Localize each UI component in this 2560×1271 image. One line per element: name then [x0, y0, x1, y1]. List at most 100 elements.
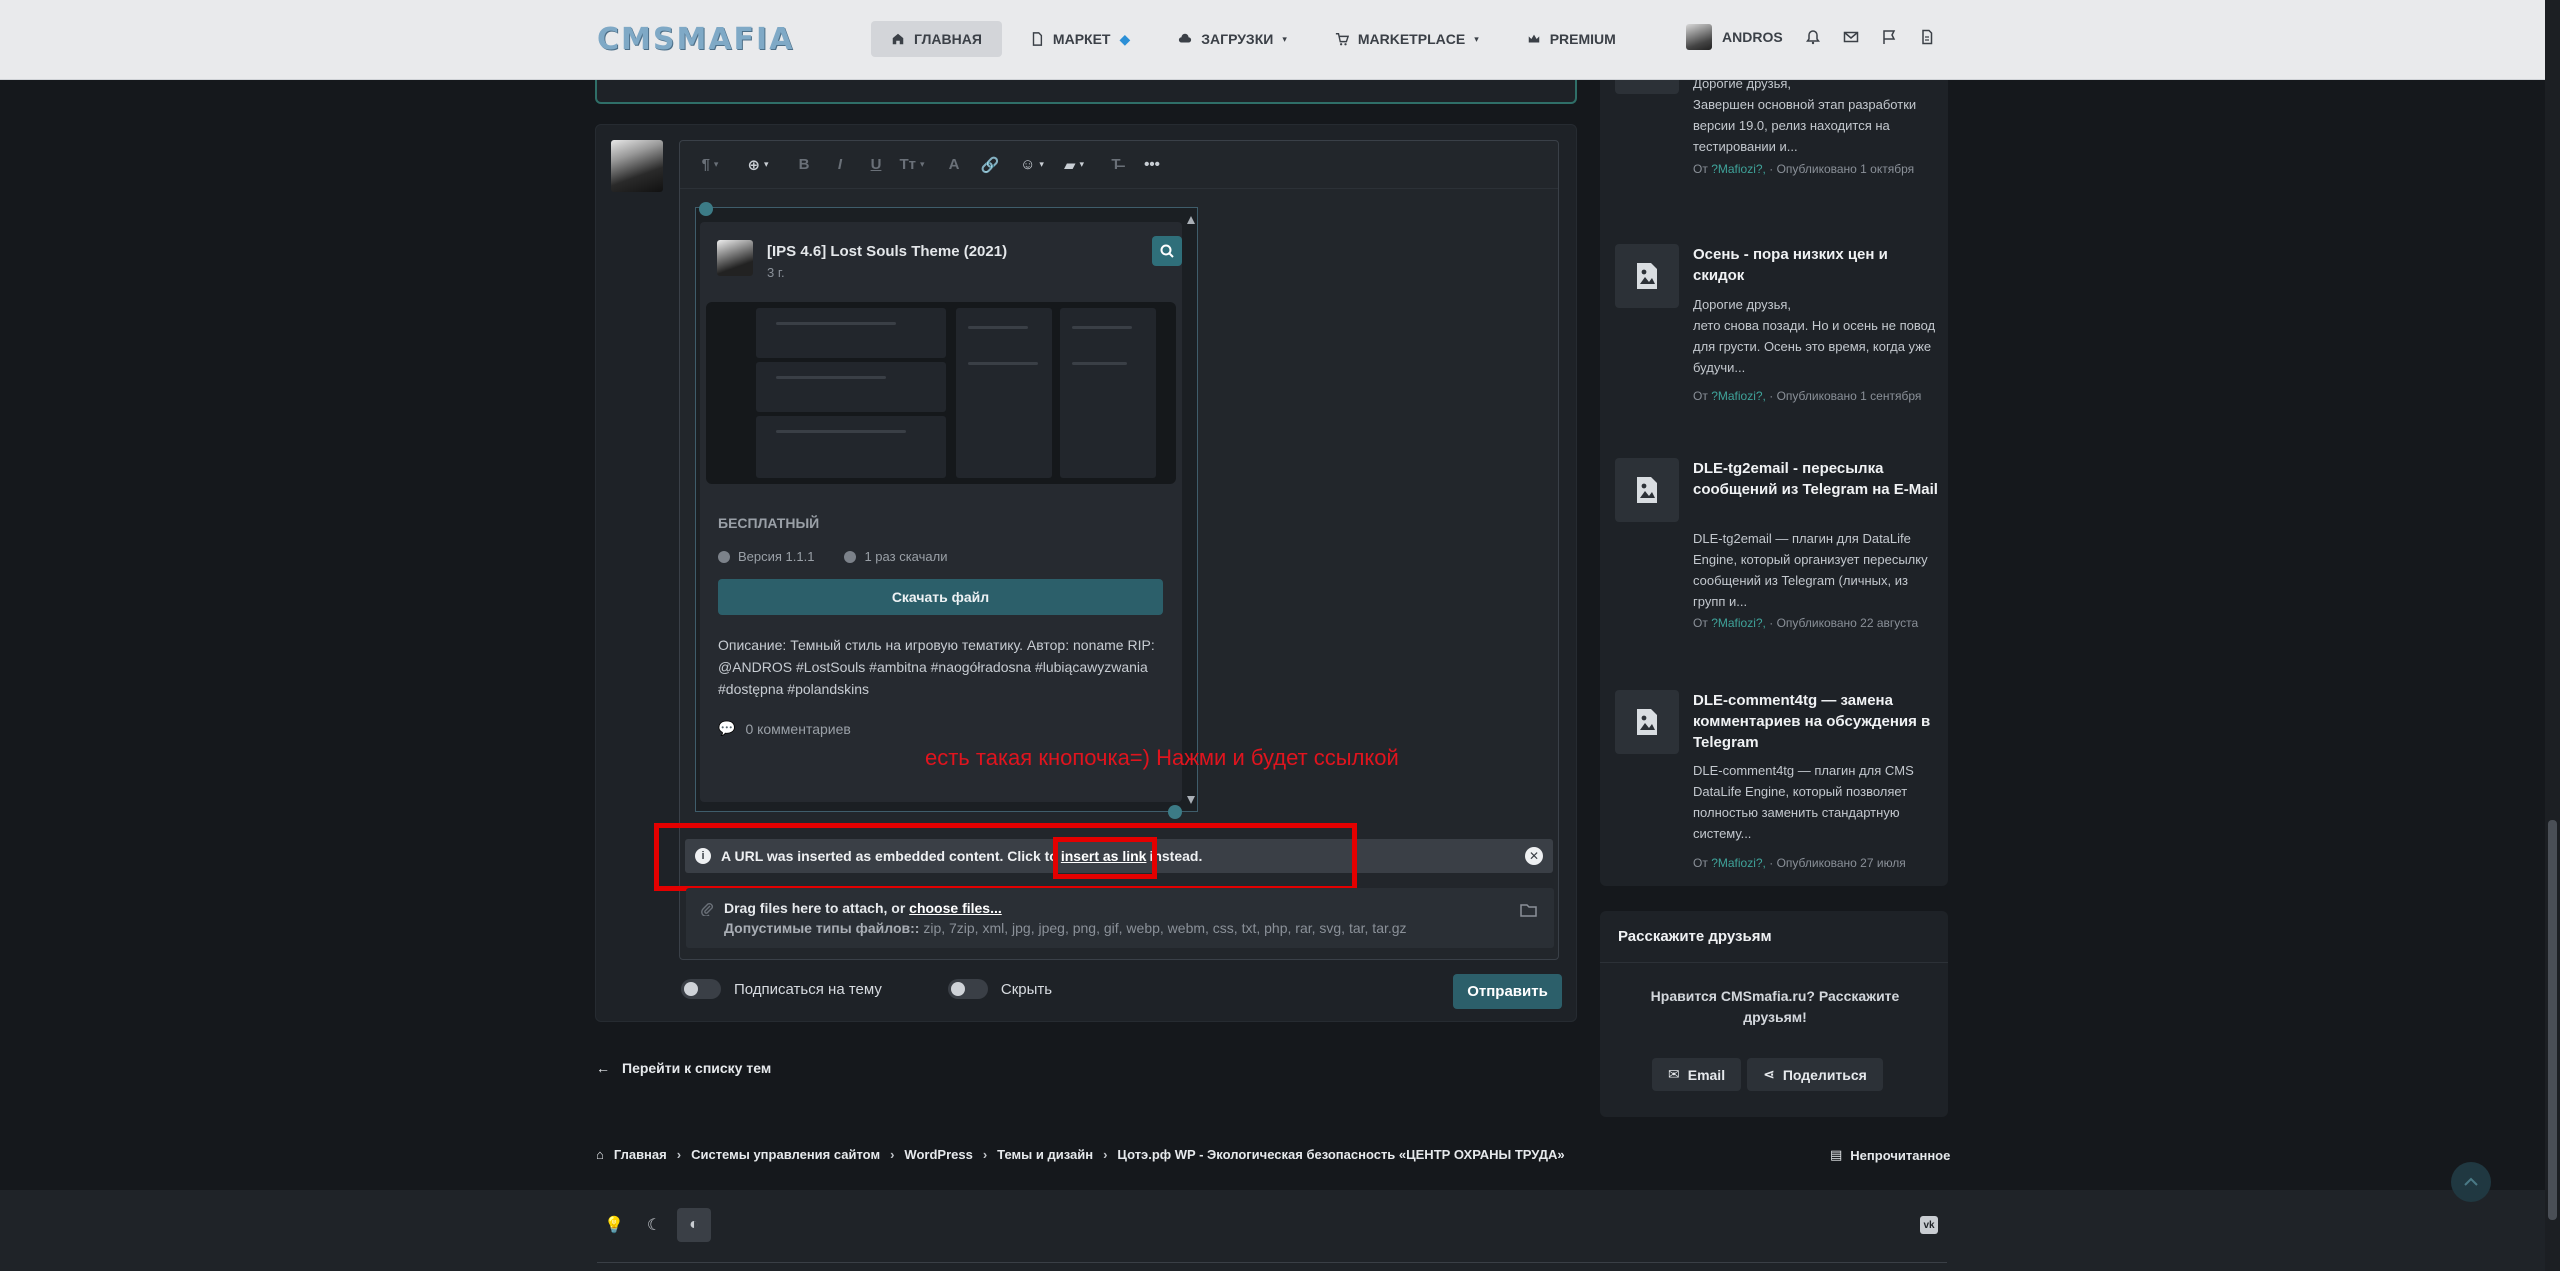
scrollbar-thumb[interactable] [2548, 820, 2557, 1220]
post-options: Подписаться на тему Скрыть [681, 979, 1052, 999]
embed-time: 3 г. [767, 265, 785, 280]
nav-home[interactable]: Главная [871, 21, 1002, 57]
breadcrumb-item[interactable]: Цотэ.рф WP - Экологическая безопасность … [1117, 1147, 1564, 1162]
vk-icon[interactable]: vk [1920, 1216, 1938, 1234]
chevron-up-icon [2464, 1177, 2478, 1186]
user-menu[interactable]: ANDROS [1686, 24, 1783, 50]
chevron-right-icon: › [676, 1147, 682, 1162]
text-size-icon: Tт [899, 156, 916, 173]
news-title[interactable]: DLE-tg2email - пересылка сообщений из Te… [1693, 458, 1938, 500]
hide-toggle[interactable] [947, 979, 988, 999]
site-logo[interactable]: CMSMAFIA [597, 22, 794, 57]
news-meta: От ?Mafiozi?, · Опубликовано 1 октября [1693, 162, 1915, 176]
author-link[interactable]: ?Mafiozi?, [1711, 616, 1766, 630]
nav-downloads[interactable]: Загрузки ▾ [1158, 21, 1307, 57]
submit-button[interactable]: Отправить [1453, 974, 1562, 1009]
unread-link[interactable]: ▤ Непрочитанное [1830, 1147, 1950, 1163]
emoji-button[interactable]: ☺ ▾ [1014, 141, 1050, 189]
breadcrumb: ⌂ Главная › Системы управления сайтом › … [596, 1147, 1565, 1162]
font-color-button[interactable]: A [936, 141, 972, 189]
image-icon [1615, 690, 1679, 754]
insert-button[interactable]: ⊕ ▾ [740, 141, 776, 189]
nav-market[interactable]: Маркет ◆ [1010, 21, 1150, 57]
news-item[interactable]: DLE-tg2email - пересылка сообщений из Te… [1615, 458, 1938, 668]
attach-instructions: Drag files here to attach, or choose fil… [724, 900, 1002, 916]
clear-format-icon: T̶ [1111, 156, 1121, 173]
paragraph-button[interactable]: ¶ ▾ [692, 141, 728, 189]
share-widget: Расскажите друзьям Нравится CMSmafia.ru?… [1600, 911, 1948, 1117]
page-scrollbar[interactable] [2545, 0, 2560, 1271]
chevron-down-icon: ▾ [713, 159, 719, 169]
document-icon[interactable] [1919, 29, 1935, 45]
author-link[interactable]: ?Mafiozi?, [1711, 162, 1766, 176]
italic-button[interactable]: I [822, 141, 858, 189]
link-button[interactable]: 🔗 [972, 141, 1008, 189]
news-body: Дорогие друзья, лето снова позади. Но и … [1693, 297, 1936, 375]
clear-format-button[interactable]: T̶ [1098, 141, 1134, 189]
news-item[interactable]: Осень - пора низких цен и скидок Дорогие… [1615, 244, 1935, 444]
nav-marketplace[interactable]: Marketplace ▾ [1315, 21, 1499, 57]
image-icon [1615, 458, 1679, 522]
embed-scrollbar[interactable] [1187, 216, 1195, 804]
bell-icon[interactable] [1805, 29, 1821, 45]
share-text: Нравится CMSmafia.ru? Расскажите друзьям… [1650, 988, 1900, 1025]
embed-screenshot [706, 302, 1176, 484]
chevron-down-icon: ▾ [1282, 33, 1287, 44]
news-title[interactable]: Осень - пора низких цен и скидок [1693, 244, 1938, 286]
dark-theme-button[interactable]: ☾ [637, 1208, 671, 1242]
theme-switcher: 💡 ☾ ◐ [597, 1208, 711, 1242]
attachment-area[interactable]: Drag files here to attach, or choose fil… [686, 888, 1554, 948]
share-button[interactable]: ⋖ Поделиться [1747, 1058, 1883, 1091]
cart-icon [1335, 33, 1349, 46]
chevron-down-icon: ▾ [1039, 159, 1044, 169]
zoom-button[interactable] [1152, 236, 1182, 266]
move-down-icon[interactable] [1168, 805, 1182, 819]
folder-open-icon[interactable] [1520, 902, 1538, 918]
news-body: DLE-tg2email — плагин для DataLife Engin… [1693, 531, 1928, 609]
chevron-down-icon: ▾ [764, 159, 769, 169]
close-icon[interactable]: ✕ [1525, 847, 1543, 865]
breadcrumb-item[interactable]: WordPress [904, 1147, 972, 1162]
news-item[interactable]: DLE-comment4tg — замена комментариев на … [1615, 690, 1935, 880]
news-meta: От ?Mafiozi?, · Опубликовано 22 августа [1693, 616, 1919, 630]
embed-title[interactable]: [IPS 4.6] Lost Souls Theme (2021) [767, 243, 1007, 260]
download-icon [844, 550, 857, 563]
editor-toolbar: ¶ ▾ ⊕ ▾ B I U Tт ▾ A 🔗 ☺ ▾ ▰ ▾ T̶ ••• [680, 141, 1558, 189]
auto-theme-button[interactable]: ◐ [677, 1208, 711, 1242]
bold-button[interactable]: B [786, 141, 822, 189]
choose-files-link[interactable]: choose files... [909, 900, 1002, 916]
news-meta: От ?Mafiozi?, · Опубликовано 1 сентября [1693, 389, 1922, 403]
italic-icon: I [837, 156, 843, 173]
ellipsis-icon: ••• [1144, 156, 1160, 173]
envelope-icon[interactable] [1843, 29, 1859, 45]
light-theme-button[interactable]: 💡 [597, 1208, 631, 1242]
chevron-right-icon: › [1103, 1147, 1108, 1162]
download-file-button[interactable]: Скачать файл [718, 579, 1163, 615]
arrow-left-icon: ← [596, 1060, 610, 1076]
download-count: 1 раз скачали [844, 549, 947, 564]
author-link[interactable]: ?Mafiozi?, [1711, 389, 1766, 403]
breadcrumb-item[interactable]: Системы управления сайтом [691, 1147, 880, 1162]
file-meta: Версия 1.1.1 1 раз скачали [718, 549, 947, 564]
underline-icon: U [870, 156, 882, 173]
more-button[interactable]: ••• [1134, 141, 1170, 189]
move-up-icon[interactable] [699, 202, 713, 216]
subscribe-toggle[interactable] [681, 979, 721, 999]
font-size-button[interactable]: Tт ▾ [894, 141, 930, 189]
email-share-button[interactable]: ✉ Email [1652, 1058, 1742, 1091]
contrast-icon: ◐ [689, 1216, 699, 1233]
breadcrumb-item[interactable]: Темы и дизайн [997, 1147, 1093, 1162]
embed-frame[interactable]: [IPS 4.6] Lost Souls Theme (2021) 3 г. Б… [695, 202, 1198, 819]
breadcrumb-item[interactable]: Главная [614, 1147, 667, 1162]
back-to-topics-link[interactable]: ← Перейти к списку тем [596, 1060, 771, 1076]
nav-premium[interactable]: Premium [1507, 21, 1636, 57]
embedded-file-card: [IPS 4.6] Lost Souls Theme (2021) 3 г. Б… [700, 222, 1182, 802]
underline-button[interactable]: U [858, 141, 894, 189]
quote-button[interactable]: ▰ ▾ [1056, 141, 1092, 189]
smile-icon: ☺ [1020, 156, 1036, 173]
news-title[interactable]: DLE-comment4tg — замена комментариев на … [1693, 690, 1938, 753]
scroll-to-top-button[interactable] [2451, 1162, 2491, 1202]
flag-icon[interactable] [1881, 29, 1897, 45]
author-link[interactable]: ?Mafiozi?, [1711, 856, 1766, 870]
search-icon [1160, 244, 1174, 258]
